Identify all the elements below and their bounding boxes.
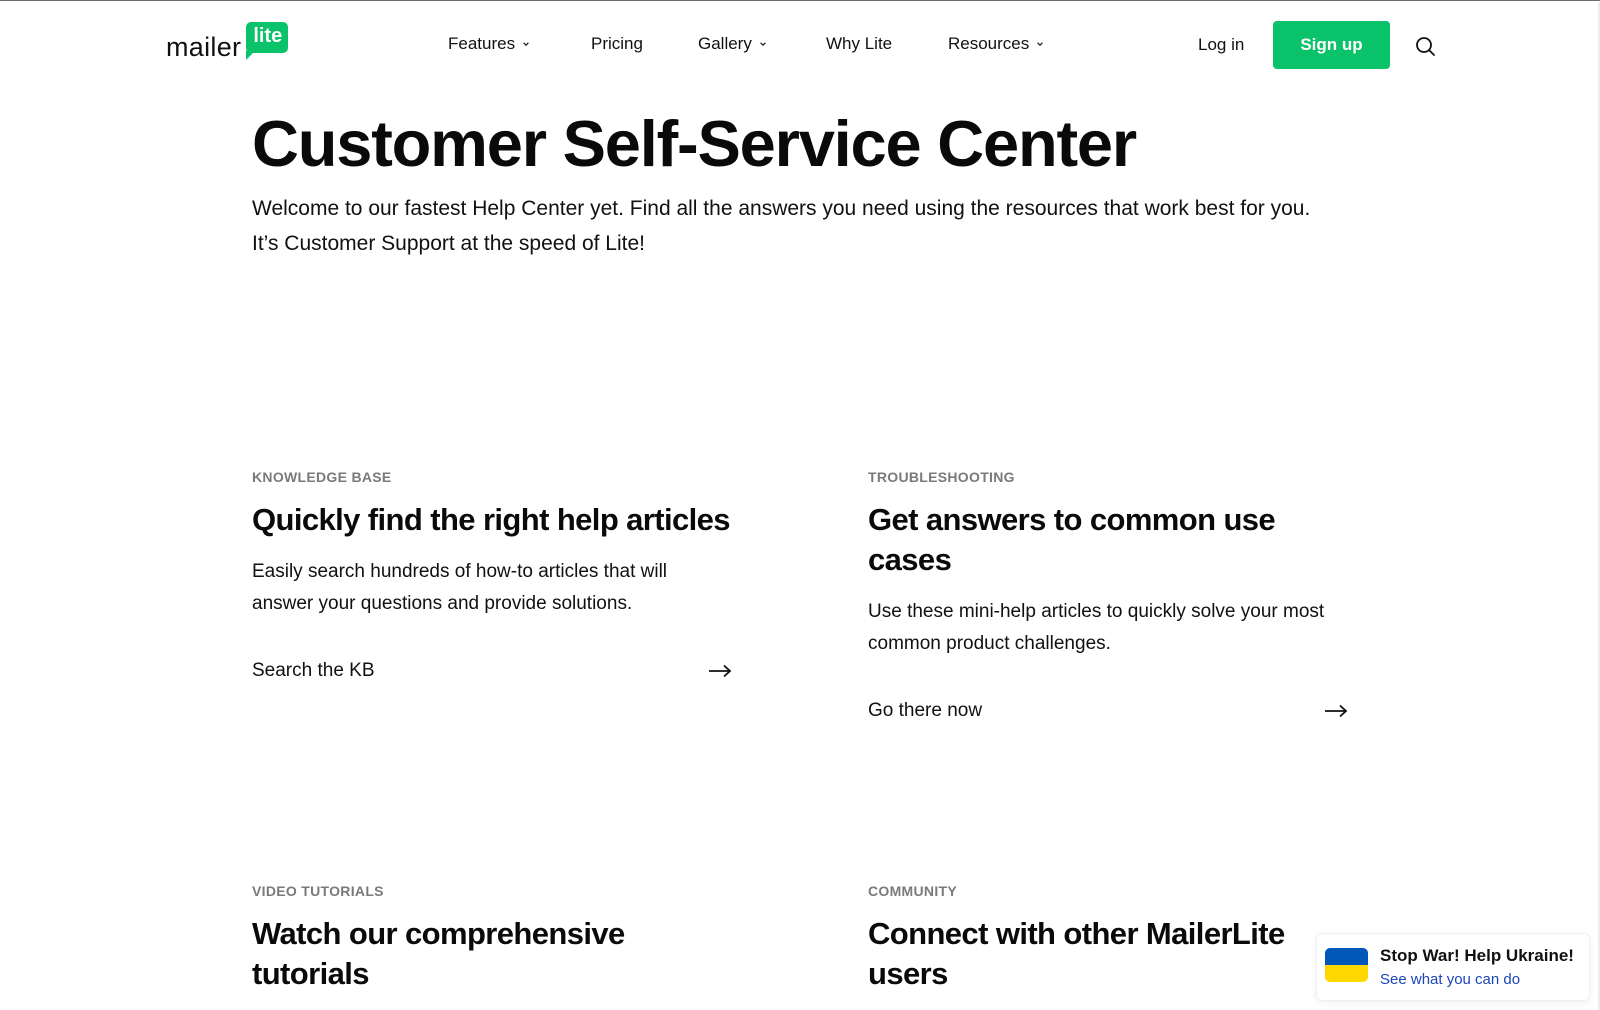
card-eyebrow: TROUBLESHOOTING — [868, 469, 1015, 485]
site-header: mailer lite Features Pricing Gallery Why… — [0, 1, 1598, 87]
nav-pricing-label: Pricing — [591, 34, 643, 53]
signup-button[interactable]: Sign up — [1273, 21, 1390, 69]
chevron-down-icon — [760, 42, 766, 47]
search-kb-link[interactable]: Search the KB — [252, 660, 732, 682]
nav-resources[interactable]: Resources — [948, 32, 1044, 56]
arrow-right-icon — [709, 664, 732, 678]
nav-features-label: Features — [448, 34, 516, 53]
chevron-down-icon — [523, 42, 529, 47]
card-link-label: Search the KB — [252, 660, 375, 681]
card-link-label: Go there now — [868, 700, 983, 721]
card-description: Easily search hundreds of how-to article… — [252, 561, 668, 614]
page-title: Customer Self-Service Center — [252, 107, 1137, 180]
nav-resources-label: Resources — [948, 34, 1030, 53]
nav-gallery-label: Gallery — [698, 34, 752, 53]
card-eyebrow: KNOWLEDGE BASE — [252, 469, 392, 485]
login-link[interactable]: Log in — [1198, 33, 1244, 57]
go-there-now-link[interactable]: Go there now — [868, 700, 1348, 722]
card-eyebrow: VIDEO TUTORIALS — [252, 883, 384, 899]
card-title: Watch our comprehensive tutorials — [252, 916, 625, 991]
card-title: Get answers to common use cases — [868, 502, 1276, 577]
page-subtitle: Welcome to our fastest Help Center yet. … — [252, 197, 1311, 255]
card-video-tutorials: VIDEO TUTORIALS Watch our comprehensive … — [252, 882, 732, 994]
card-knowledge-base: KNOWLEDGE BASE Quickly find the right he… — [252, 468, 732, 682]
arrow-right-icon — [1325, 704, 1348, 718]
nav-why-lite[interactable]: Why Lite — [826, 32, 892, 56]
card-troubleshooting: TROUBLESHOOTING Get answers to common us… — [868, 468, 1348, 722]
chevron-down-icon — [1037, 42, 1044, 47]
card-community: COMMUNITY Connect with other MailerLite … — [868, 882, 1348, 994]
search-icon[interactable] — [1414, 35, 1436, 57]
nav-features[interactable]: Features — [448, 32, 530, 56]
nav-why-lite-label: Why Lite — [826, 34, 893, 53]
nav-gallery[interactable]: Gallery — [698, 32, 767, 56]
card-title: Connect with other MailerLite users — [868, 916, 1285, 991]
card-title: Quickly find the right help articles — [252, 502, 731, 537]
ukraine-flag-icon — [1325, 948, 1368, 982]
ukraine-banner-title: Stop War! Help Ukraine! — [1380, 946, 1574, 965]
card-eyebrow: COMMUNITY — [868, 883, 958, 899]
ukraine-banner[interactable]: Stop War! Help Ukraine! See what you can… — [1316, 933, 1590, 1001]
ukraine-banner-link[interactable]: See what you can do — [1380, 971, 1520, 988]
card-description: Use these mini-help articles to quickly … — [868, 601, 1325, 654]
nav-pricing[interactable]: Pricing — [591, 32, 643, 56]
